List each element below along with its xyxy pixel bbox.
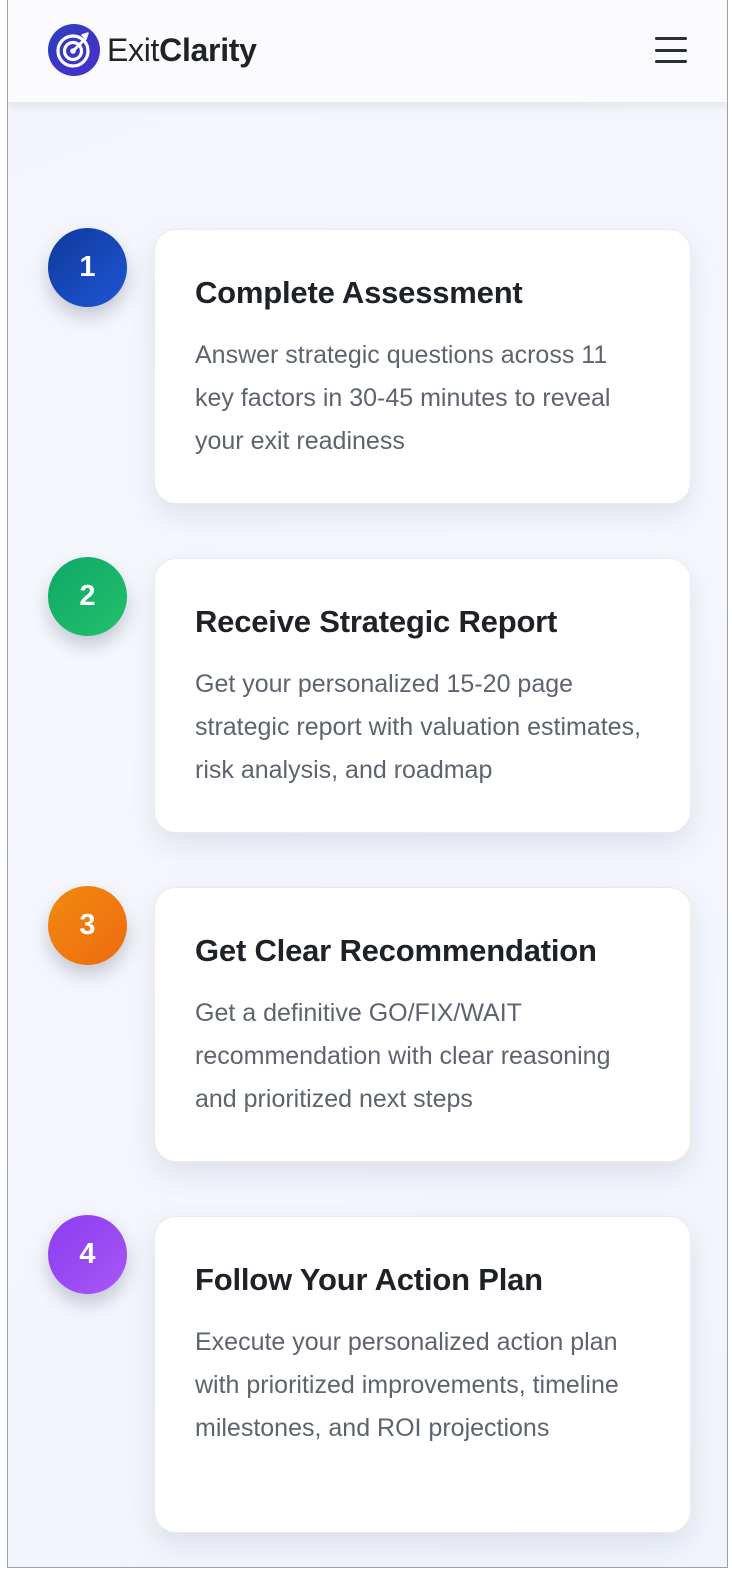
step-description: Get a definitive GO/FIX/WAIT recommendat… (195, 999, 611, 1113)
target-arrow-icon (48, 24, 100, 76)
site-header: ExitClarity (8, 0, 727, 103)
step-card-get-clear-recommendation: Get Clear Recommendation Get a definitiv… (154, 887, 691, 1162)
step-number-badge: 4 (48, 1215, 127, 1294)
step-title: Complete Assessment (195, 275, 523, 310)
step-description: Execute your personalized action plan wi… (195, 1328, 619, 1442)
brand-logo-link[interactable]: ExitClarity (47, 23, 257, 77)
step-title: Get Clear Recommendation (195, 933, 597, 968)
step-title: Receive Strategic Report (195, 604, 558, 639)
step-description: Answer strategic questions across 11 key… (195, 341, 611, 455)
step-number: 2 (79, 580, 96, 612)
menu-bar-top (655, 37, 687, 40)
step-number: 1 (79, 251, 96, 283)
brand-name-clarity: Clarity (159, 32, 257, 68)
menu-bar-middle (655, 48, 687, 52)
brand-name-exit: Exit (107, 32, 160, 68)
step-card-receive-strategic-report: Receive Strategic Report Get your person… (154, 558, 691, 833)
step-number: 3 (79, 909, 96, 941)
step-description: Get your personalized 15-20 page strateg… (195, 670, 642, 784)
hamburger-menu-icon[interactable] (654, 34, 688, 66)
step-title: Follow Your Action Plan (195, 1262, 543, 1297)
page-frame: ExitClarity 1 Complete Assessment Answer… (7, 0, 728, 1568)
step-number: 4 (79, 1238, 96, 1270)
step-number-badge: 2 (48, 557, 127, 636)
step-number-badge: 1 (48, 228, 127, 307)
menu-bar-bottom (655, 60, 687, 63)
brand-name: ExitClarity (107, 23, 257, 77)
step-number-badge: 3 (48, 886, 127, 965)
step-card-follow-action-plan: Follow Your Action Plan Execute your per… (154, 1216, 691, 1533)
step-card-complete-assessment: Complete Assessment Answer strategic que… (154, 229, 691, 504)
